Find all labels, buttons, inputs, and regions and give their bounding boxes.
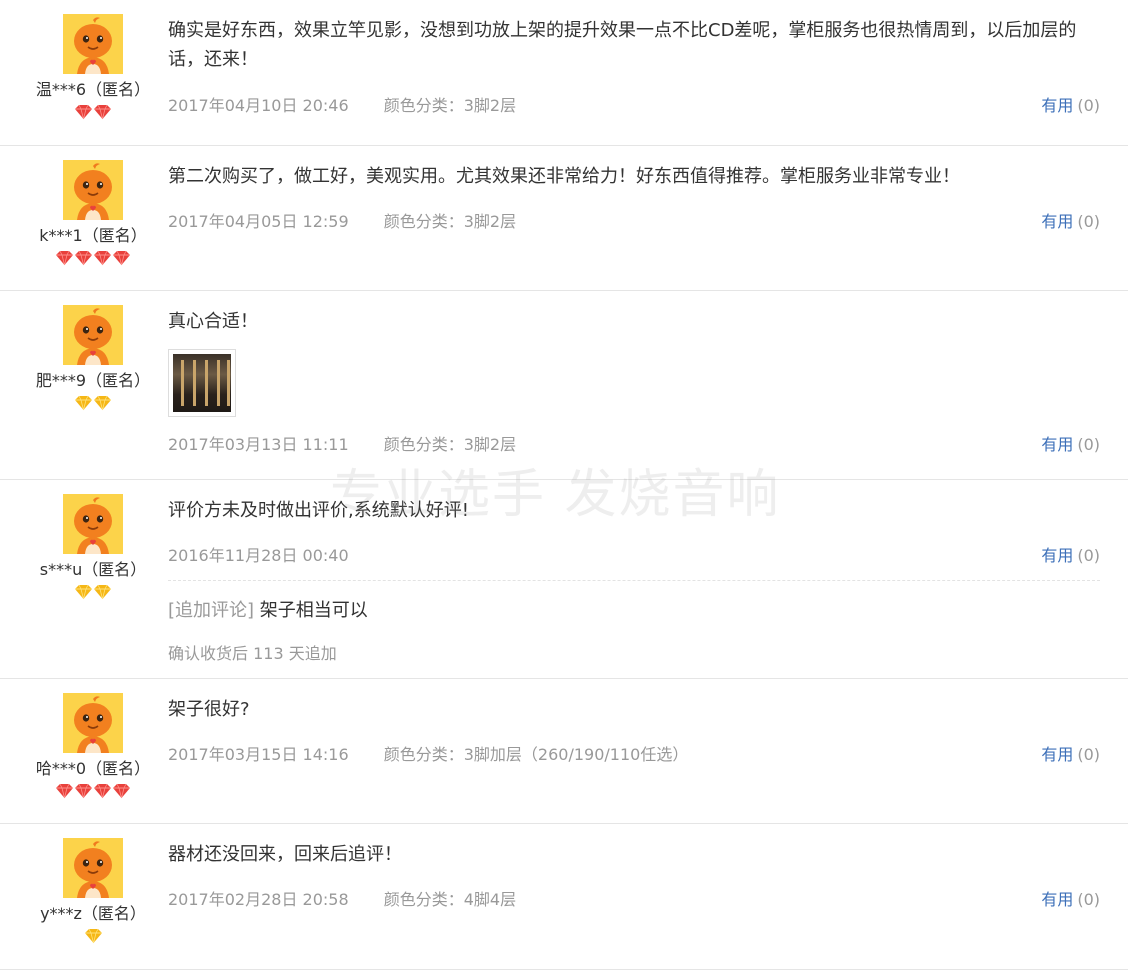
review-item: 温***6（匿名） 确实是好东西，效果立竿见影，没想到功放上架的提升效果一点不比… <box>0 0 1128 146</box>
credit-level <box>0 783 186 801</box>
red-diamond-icon <box>112 783 131 799</box>
useful-count: (0) <box>1077 546 1100 565</box>
reviewer: 哈***0（匿名） <box>0 693 186 801</box>
reviewer: k***1（匿名） <box>0 160 186 268</box>
review-text: 器材还没回来，回来后追评！ <box>168 844 402 865</box>
sku-info: 颜色分类：3脚2层 <box>383 435 517 454</box>
append-tag: [追加评论] <box>168 600 255 621</box>
reviewer: 温***6（匿名） <box>0 14 186 122</box>
useful-label: 有用 <box>1041 212 1074 231</box>
yellow-diamond-icon <box>74 395 93 411</box>
reviewer-name[interactable]: 肥***9（匿名） <box>0 371 186 391</box>
append-time: 确认收货后 113 天追加 <box>168 644 337 663</box>
review-list: 温***6（匿名） 确实是好东西，效果立竿见影，没想到功放上架的提升效果一点不比… <box>0 0 1128 970</box>
yellow-diamond-icon <box>93 584 112 600</box>
yellow-diamond-icon <box>84 928 103 944</box>
red-diamond-icon <box>93 104 112 120</box>
useful-count: (0) <box>1077 890 1100 909</box>
yellow-diamond-icon <box>93 395 112 411</box>
useful-button[interactable]: 有用 (0) <box>1041 542 1100 566</box>
useful-button[interactable]: 有用 (0) <box>1041 886 1100 910</box>
reviewer-name[interactable]: 温***6（匿名） <box>0 80 186 100</box>
credit-level <box>0 104 186 122</box>
credit-level <box>0 250 186 268</box>
useful-label: 有用 <box>1041 435 1074 454</box>
reviewer: 肥***9（匿名） <box>0 305 186 413</box>
reviewer-name[interactable]: s***u（匿名） <box>0 560 186 580</box>
useful-count: (0) <box>1077 745 1100 764</box>
useful-count: (0) <box>1077 212 1100 231</box>
review-date: 2017年04月10日 20:46 <box>168 96 349 115</box>
review-meta: 2017年03月15日 14:16 颜色分类：3脚加层（260/190/110任… <box>168 741 688 765</box>
review-item: y***z（匿名） 器材还没回来，回来后追评！ 2017年02月28日 20:5… <box>0 824 1128 970</box>
reviewer: s***u（匿名） <box>0 494 186 602</box>
red-diamond-icon <box>93 250 112 266</box>
review-date: 2017年02月28日 20:58 <box>168 890 349 909</box>
red-diamond-icon <box>74 250 93 266</box>
sku-info: 颜色分类：3脚加层（260/190/110任选） <box>383 745 689 764</box>
review-meta: 2017年02月28日 20:58 颜色分类：4脚4层 <box>168 886 516 910</box>
avatar[interactable] <box>63 14 123 74</box>
credit-level <box>0 928 186 946</box>
sku-info: 颜色分类：4脚4层 <box>383 890 517 909</box>
red-diamond-icon <box>55 783 74 799</box>
red-diamond-icon <box>74 104 93 120</box>
sku-info: 颜色分类：3脚2层 <box>383 212 517 231</box>
review-date: 2017年03月13日 11:11 <box>168 435 349 454</box>
useful-button[interactable]: 有用 (0) <box>1041 92 1100 116</box>
review-date: 2016年11月28日 00:40 <box>168 546 349 565</box>
useful-button[interactable]: 有用 (0) <box>1041 741 1100 765</box>
review-date: 2017年03月15日 14:16 <box>168 745 349 764</box>
review-text: 第二次购买了，做工好，美观实用。尤其效果还非常给力！好东西值得推荐。掌柜服务业非… <box>168 166 960 187</box>
useful-label: 有用 <box>1041 745 1074 764</box>
review-item: 肥***9（匿名） 真心合适！ 2017年03月13日 11:11 颜色分类：3… <box>0 291 1128 480</box>
append-text: 架子相当可以 <box>259 600 368 621</box>
avatar[interactable] <box>63 305 123 365</box>
review-text: 真心合适！ <box>168 311 258 332</box>
avatar[interactable] <box>63 160 123 220</box>
useful-label: 有用 <box>1041 546 1074 565</box>
reviewer-name[interactable]: y***z（匿名） <box>0 904 186 924</box>
avatar[interactable] <box>63 838 123 898</box>
review-item: s***u（匿名） 评价方未及时做出评价,系统默认好评! 2016年11月28日… <box>0 480 1128 679</box>
review-photo-thumbnail[interactable] <box>168 349 236 417</box>
useful-count: (0) <box>1077 435 1100 454</box>
review-meta: 2017年04月05日 12:59 颜色分类：3脚2层 <box>168 208 516 232</box>
credit-level <box>0 584 186 602</box>
reviewer-name[interactable]: k***1（匿名） <box>0 226 186 246</box>
review-item: k***1（匿名） 第二次购买了，做工好，美观实用。尤其效果还非常给力！好东西值… <box>0 146 1128 291</box>
review-meta: 2017年04月10日 20:46 颜色分类：3脚2层 <box>168 92 516 116</box>
sku-info: 颜色分类：3脚2层 <box>383 96 517 115</box>
append-comment: [追加评论] 架子相当可以 <box>168 596 368 622</box>
review-meta: 2017年03月13日 11:11 颜色分类：3脚2层 <box>168 431 516 455</box>
useful-button[interactable]: 有用 (0) <box>1041 208 1100 232</box>
red-diamond-icon <box>93 783 112 799</box>
useful-count: (0) <box>1077 96 1100 115</box>
review-text: 确实是好东西，效果立竿见影，没想到功放上架的提升效果一点不比CD差呢，掌柜服务也… <box>168 20 1077 70</box>
reviewer-name[interactable]: 哈***0（匿名） <box>0 759 186 779</box>
review-meta: 2016年11月28日 00:40 <box>168 542 349 566</box>
avatar[interactable] <box>63 693 123 753</box>
useful-button[interactable]: 有用 (0) <box>1041 431 1100 455</box>
credit-level <box>0 395 186 413</box>
avatar[interactable] <box>63 494 123 554</box>
useful-label: 有用 <box>1041 890 1074 909</box>
yellow-diamond-icon <box>74 584 93 600</box>
useful-label: 有用 <box>1041 96 1074 115</box>
append-divider <box>168 580 1100 581</box>
review-text: 架子很好? <box>168 699 250 720</box>
red-diamond-icon <box>112 250 131 266</box>
red-diamond-icon <box>55 250 74 266</box>
review-text: 评价方未及时做出评价,系统默认好评! <box>168 500 469 521</box>
review-item: 哈***0（匿名） 架子很好? 2017年03月15日 14:16 颜色分类：3… <box>0 679 1128 824</box>
reviewer: y***z（匿名） <box>0 838 186 946</box>
review-date: 2017年04月05日 12:59 <box>168 212 349 231</box>
red-diamond-icon <box>74 783 93 799</box>
